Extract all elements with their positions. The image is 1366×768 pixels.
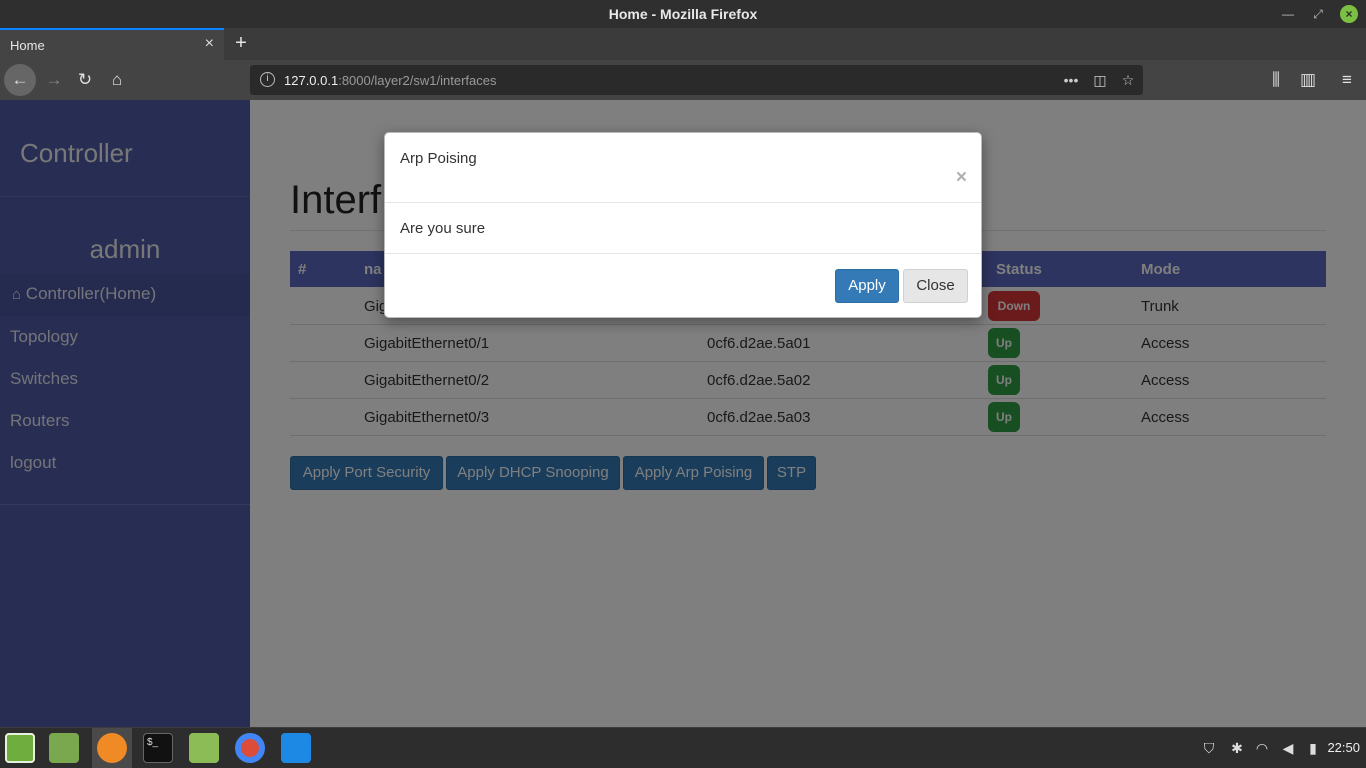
window-title: Home - Mozilla Firefox [608, 6, 758, 22]
menu-hamburger-icon[interactable]: ≡ [1333, 66, 1361, 94]
clock[interactable]: 22:50 [1327, 740, 1360, 755]
library-icon[interactable]: ⫼ [1262, 66, 1290, 94]
shield-icon[interactable]: ⛉ [1200, 739, 1218, 757]
chrome-icon[interactable] [235, 733, 265, 763]
close-button[interactable]: Close [903, 269, 968, 303]
tab-home[interactable]: Home × [0, 28, 224, 60]
dialog-header-divider [385, 202, 981, 203]
wifi-icon[interactable]: ◠ [1253, 739, 1271, 757]
url-bar[interactable]: i 127.0.0.1:8000/layer2/sw1/interfaces •… [250, 65, 1143, 95]
show-desktop-icon[interactable] [49, 733, 79, 763]
maximize-icon[interactable]: ⤢ [1309, 5, 1327, 23]
firefox-icon[interactable] [97, 733, 127, 763]
url-text[interactable]: 127.0.0.1:8000/layer2/sw1/interfaces [284, 73, 496, 88]
dialog-footer-divider [385, 253, 981, 254]
window-titlebar: Home - Mozilla Firefox — ⤢ × [0, 0, 1366, 28]
dialog-title: Arp Poising [400, 150, 477, 167]
sidebar-toggle-icon[interactable]: ▥ [1294, 66, 1322, 94]
volume-icon[interactable]: ◀ [1279, 739, 1297, 757]
files-icon[interactable] [189, 733, 219, 763]
forward-arrow-icon[interactable]: → [40, 66, 68, 94]
new-tab-icon[interactable]: + [230, 31, 252, 55]
tab-title: Home [10, 38, 45, 53]
reload-icon[interactable]: ↻ [71, 66, 99, 94]
tab-close-icon[interactable]: × [205, 35, 214, 53]
pocket-icon[interactable]: ◫ [1090, 70, 1110, 90]
url-host: 127.0.0.1 [284, 73, 339, 88]
bluetooth-icon[interactable]: ✱ [1228, 739, 1246, 757]
dialog-close-icon[interactable]: × [956, 167, 967, 189]
vscode-icon[interactable] [281, 733, 311, 763]
url-path: :8000/layer2/sw1/interfaces [338, 73, 497, 88]
site-info-icon[interactable]: i [260, 72, 275, 87]
modal-backdrop[interactable]: Arp Poising × Are you sure Apply Close [0, 100, 1366, 727]
battery-icon[interactable]: ▮ [1304, 739, 1322, 757]
apply-button[interactable]: Apply [835, 269, 899, 303]
page-actions-icon[interactable]: ••• [1061, 70, 1081, 90]
dialog-message: Are you sure [400, 220, 486, 237]
home-icon[interactable]: ⌂ [103, 66, 131, 94]
navigation-bar: ← → ↻ ⌂ i 127.0.0.1:8000/layer2/sw1/inte… [0, 60, 1366, 100]
mint-menu-icon[interactable] [5, 733, 35, 763]
terminal-icon[interactable]: $_ [143, 733, 173, 763]
taskbar: $_ ⛉ ✱ ◠ ◀ ▮ 22:50 [0, 727, 1366, 768]
minimize-icon[interactable]: — [1279, 5, 1297, 23]
web-page: Controller admin ⌂ Controller(Home) Topo… [0, 100, 1366, 727]
window-close-icon[interactable]: × [1340, 5, 1358, 23]
back-arrow-icon[interactable]: ← [4, 64, 36, 96]
confirm-dialog: Arp Poising × Are you sure Apply Close [384, 132, 982, 318]
tab-bar: Home × + [0, 28, 1366, 60]
bookmark-star-icon[interactable]: ☆ [1118, 70, 1138, 90]
